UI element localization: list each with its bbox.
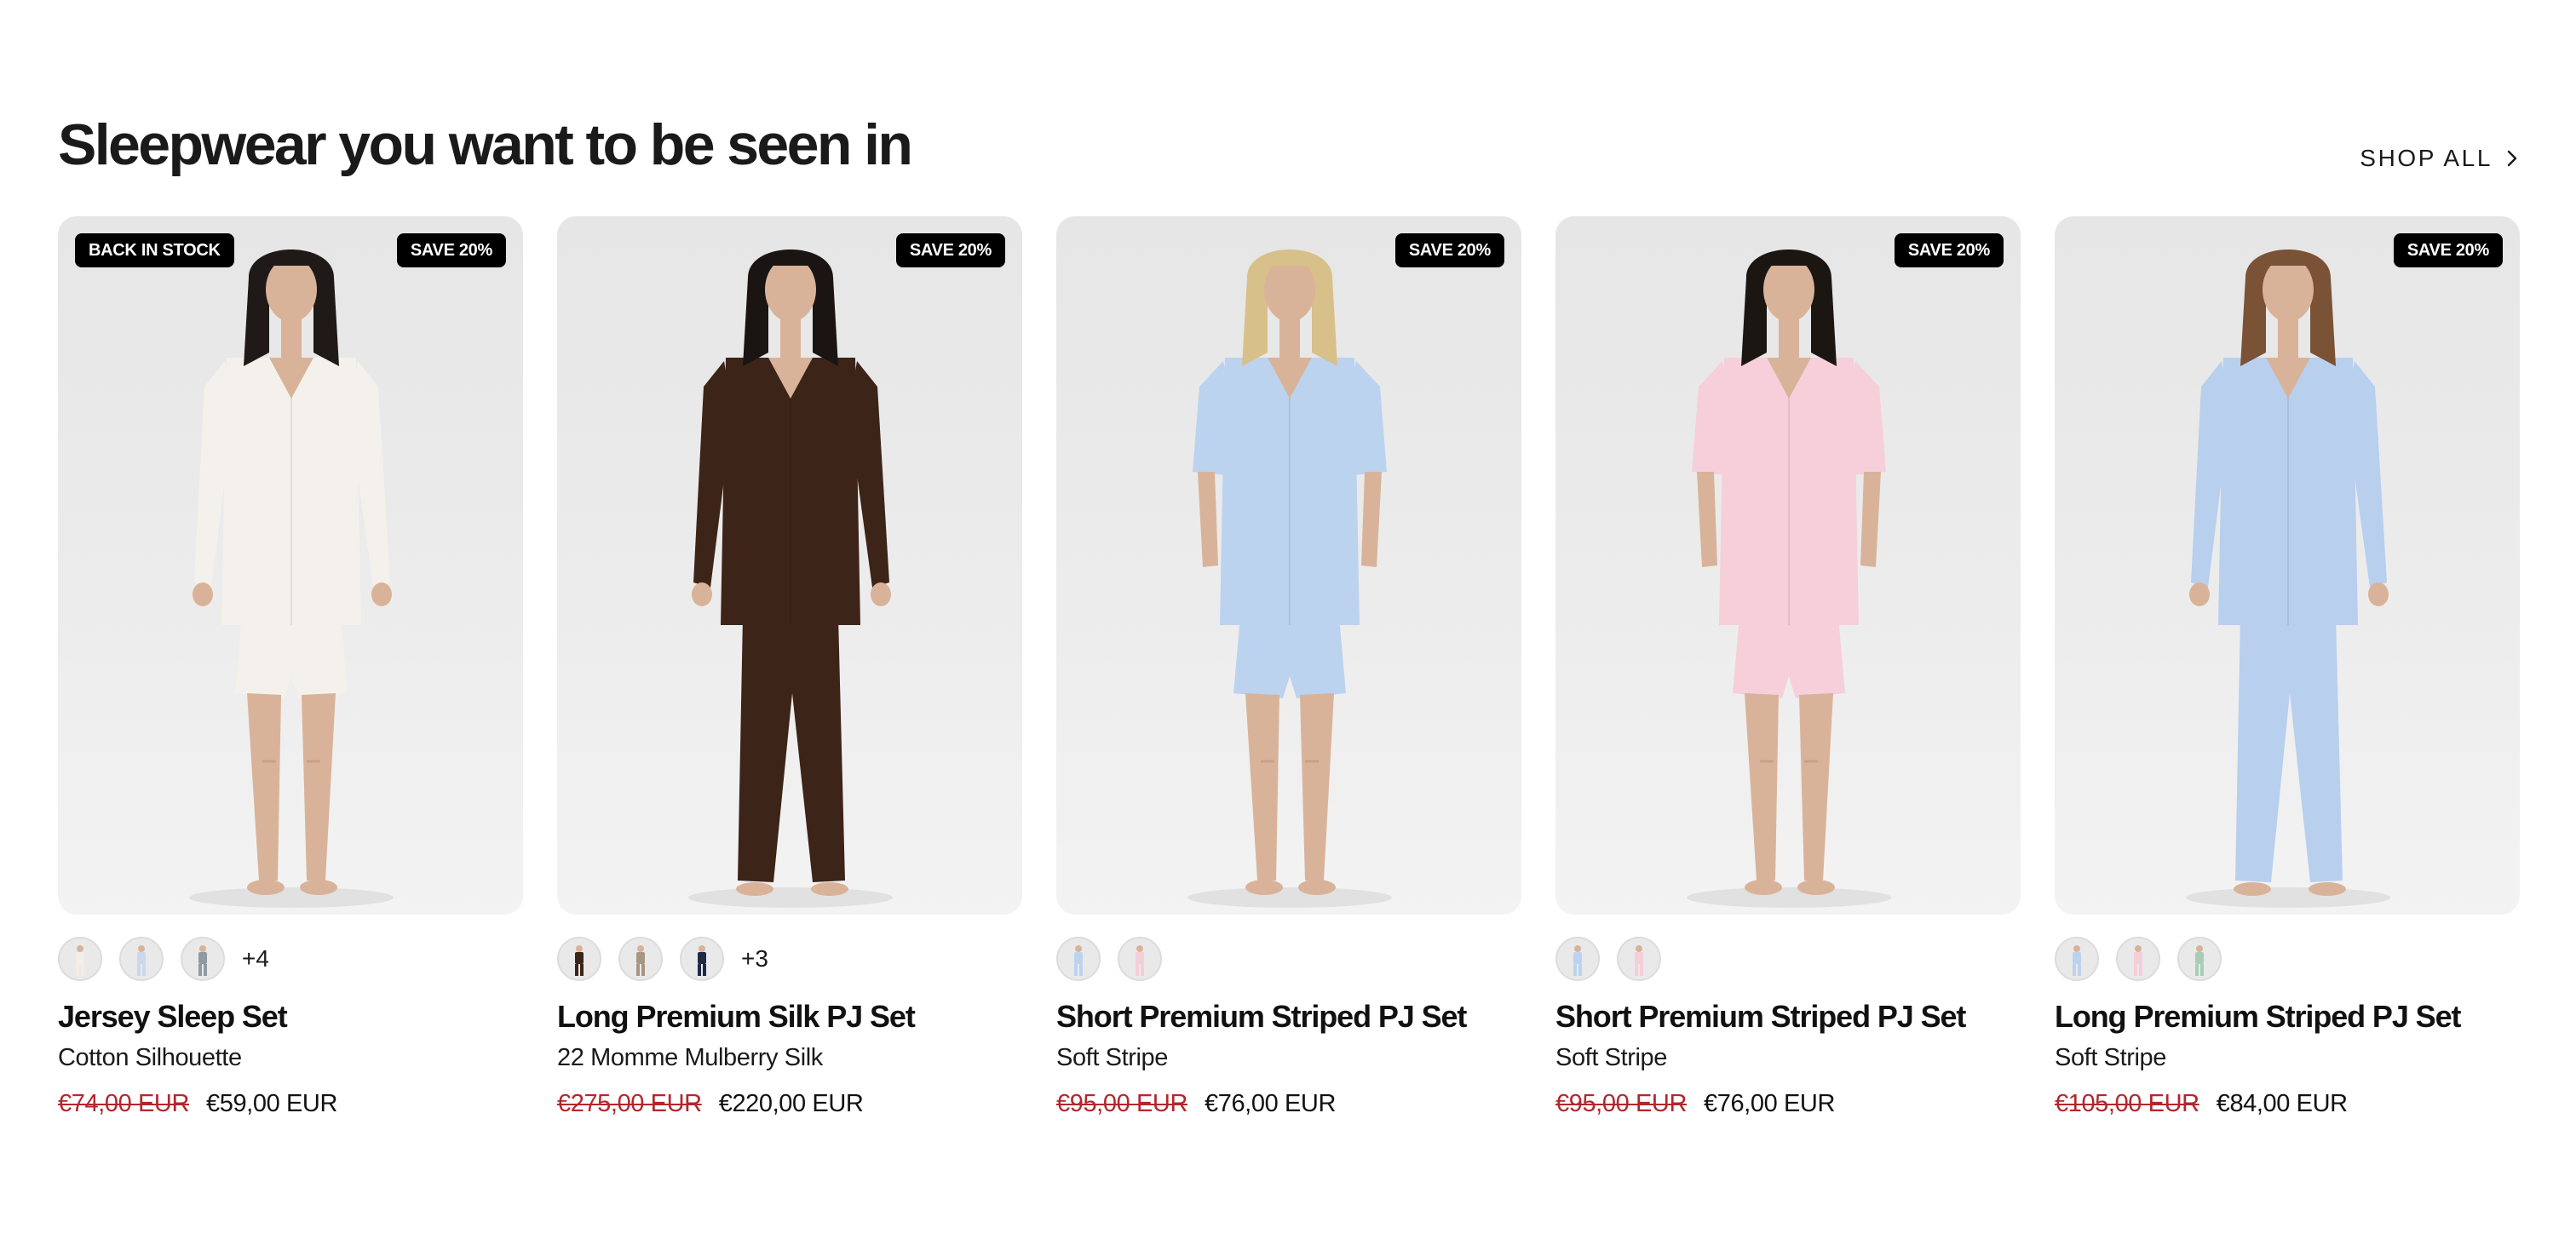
swatch-list: +4	[58, 937, 523, 981]
product-subtitle: Soft Stripe	[1056, 1044, 1168, 1071]
product-title[interactable]: Long Premium Striped PJ Set	[2055, 996, 2520, 1037]
color-swatch-icon	[698, 945, 706, 976]
color-swatch-icon	[575, 945, 584, 976]
product-title[interactable]: Jersey Sleep Set	[58, 996, 523, 1037]
swatch-list: +3	[557, 937, 1022, 981]
more-swatches-count[interactable]: +4	[242, 945, 269, 972]
model-photo-icon	[189, 250, 394, 908]
color-swatch-icon	[198, 945, 207, 976]
color-swatch-icon	[2195, 945, 2204, 976]
color-swatch[interactable]	[618, 937, 663, 981]
product-card[interactable]: SAVE 20%	[557, 216, 1022, 1121]
product-card[interactable]: SAVE 20%	[1555, 216, 2021, 1121]
shop-all-label: SHOP ALL	[2360, 145, 2493, 171]
color-swatch[interactable]	[119, 937, 164, 981]
color-swatch[interactable]	[2055, 937, 2099, 981]
product-title[interactable]: Long Premium Silk PJ Set	[557, 996, 1022, 1037]
sale-price: €76,00 EUR	[1704, 1090, 1835, 1117]
color-swatch[interactable]	[1555, 937, 1600, 981]
shop-all-link[interactable]: SHOP ALL	[2360, 141, 2520, 175]
product-grid: BACK IN STOCK SAVE 20% +4 Jersey Sleep S…	[58, 216, 2520, 1121]
model-photo-icon	[1687, 250, 1891, 908]
save-badge: SAVE 20%	[2393, 233, 2503, 267]
save-badge: SAVE 20%	[895, 233, 1005, 267]
price-row: €105,00 EUR €84,00 EUR	[2055, 1087, 2520, 1121]
color-swatch-icon	[137, 945, 146, 976]
original-price: €105,00 EUR	[2055, 1090, 2199, 1117]
color-swatch-icon	[636, 945, 645, 976]
swatch-list	[2055, 937, 2520, 981]
price-row: €74,00 EUR €59,00 EUR	[58, 1087, 523, 1121]
product-subtitle: 22 Momme Mulberry Silk	[557, 1044, 823, 1071]
section-heading: Sleepwear you want to be seen in	[58, 112, 913, 177]
color-swatch[interactable]	[557, 937, 601, 981]
product-card[interactable]: SAVE 20%	[1056, 216, 1521, 1121]
color-swatch-icon	[2134, 945, 2142, 976]
color-swatch-icon	[1573, 945, 1582, 976]
model-photo-icon	[688, 250, 893, 908]
color-swatch-icon	[2073, 945, 2081, 976]
product-image[interactable]: BACK IN STOCK SAVE 20%	[58, 216, 523, 915]
original-price: €275,00 EUR	[557, 1090, 702, 1117]
product-card[interactable]: SAVE 20%	[2055, 216, 2520, 1121]
product-title[interactable]: Short Premium Striped PJ Set	[1555, 996, 2021, 1037]
color-swatch-icon	[1136, 945, 1144, 976]
color-swatch[interactable]	[58, 937, 102, 981]
color-swatch[interactable]	[1056, 937, 1101, 981]
sale-price: €220,00 EUR	[718, 1090, 864, 1117]
color-swatch[interactable]	[680, 937, 724, 981]
color-swatch[interactable]	[181, 937, 225, 981]
swatch-list	[1056, 937, 1521, 981]
original-price: €74,00 EUR	[58, 1090, 189, 1117]
save-badge: SAVE 20%	[1894, 233, 2004, 267]
original-price: €95,00 EUR	[1056, 1090, 1187, 1117]
product-subtitle: Cotton Silhouette	[58, 1044, 242, 1071]
sale-price: €84,00 EUR	[2216, 1090, 2348, 1117]
color-swatch-icon	[1635, 945, 1643, 976]
model-photo-icon	[1187, 250, 1392, 908]
original-price: €95,00 EUR	[1555, 1090, 1687, 1117]
sale-price: €59,00 EUR	[206, 1090, 337, 1117]
product-subtitle: Soft Stripe	[1555, 1044, 1667, 1071]
product-image[interactable]: SAVE 20%	[1555, 216, 2021, 915]
back-in-stock-badge: BACK IN STOCK	[75, 233, 234, 267]
save-badge: SAVE 20%	[396, 233, 506, 267]
color-swatch-icon	[76, 945, 84, 976]
swatch-list	[1555, 937, 2021, 981]
color-swatch[interactable]	[1118, 937, 1162, 981]
product-title[interactable]: Short Premium Striped PJ Set	[1056, 996, 1521, 1037]
save-badge: SAVE 20%	[1394, 233, 1504, 267]
color-swatch[interactable]	[1617, 937, 1661, 981]
price-row: €95,00 EUR €76,00 EUR	[1555, 1087, 2021, 1121]
model-photo-icon	[2186, 250, 2390, 908]
price-row: €275,00 EUR €220,00 EUR	[557, 1087, 1022, 1121]
product-image[interactable]: SAVE 20%	[2055, 216, 2520, 915]
product-subtitle: Soft Stripe	[2055, 1044, 2166, 1071]
color-swatch-icon	[1074, 945, 1083, 976]
product-image[interactable]: SAVE 20%	[557, 216, 1022, 915]
price-row: €95,00 EUR €76,00 EUR	[1056, 1087, 1521, 1121]
product-image[interactable]: SAVE 20%	[1056, 216, 1521, 915]
more-swatches-count[interactable]: +3	[741, 945, 768, 972]
sale-price: €76,00 EUR	[1205, 1090, 1336, 1117]
color-swatch[interactable]	[2177, 937, 2222, 981]
color-swatch[interactable]	[2116, 937, 2160, 981]
product-card[interactable]: BACK IN STOCK SAVE 20% +4 Jersey Sleep S…	[58, 216, 523, 1121]
chevron-right-icon	[2507, 150, 2517, 167]
